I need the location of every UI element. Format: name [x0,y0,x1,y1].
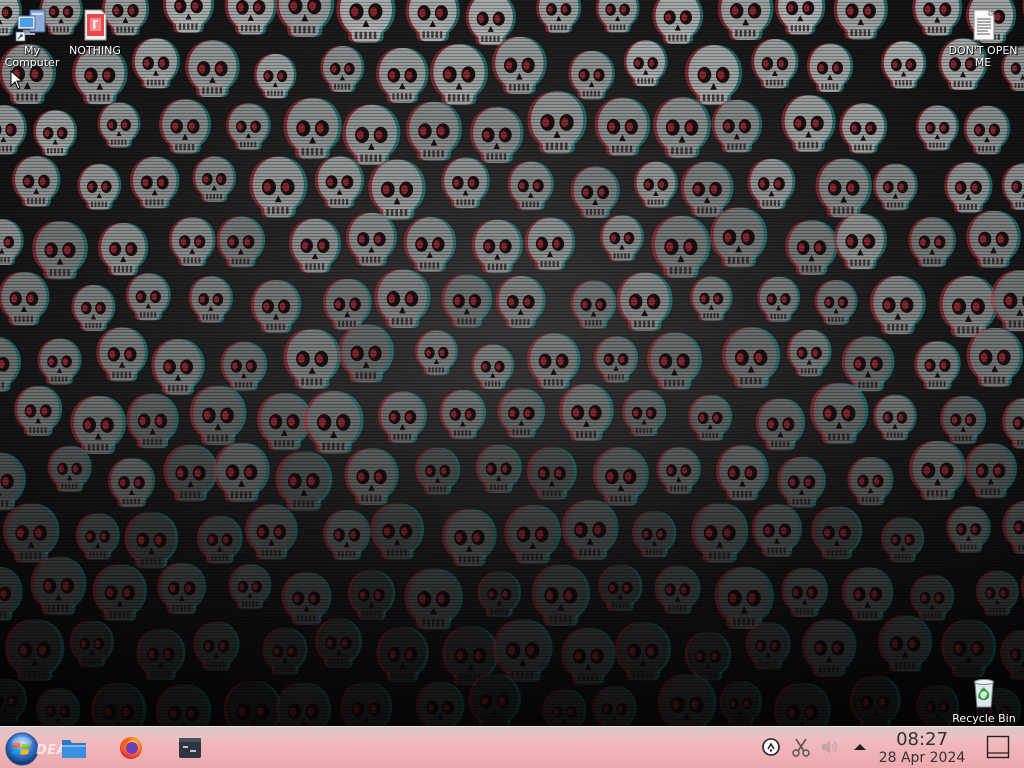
scissors-icon [792,738,810,757]
clock-date: 28 Apr 2024 [878,750,966,766]
network-icon [762,738,780,756]
desktop-wallpaper [0,0,1024,726]
desktop-icon-dont-open-me[interactable]: DON'T OPEN ME [947,8,1019,69]
wallpaper-vignette [0,0,1024,726]
taskbar-app-firefox[interactable] [117,735,145,761]
tray-expand-icon [854,744,866,750]
start-button[interactable] [4,731,40,767]
taskbar-clock[interactable]: 08:27 28 Apr 2024 [870,729,974,766]
tray-expand-button[interactable] [849,736,871,758]
firefox-icon [120,737,142,759]
show-desktop-icon [986,735,1010,759]
windows-orb-icon [5,732,39,766]
desktop-icon-label: Recycle Bin [952,712,1016,725]
tray-clipboard[interactable] [790,736,812,758]
desktop-icon-label: My Computer [4,44,60,69]
document-red-icon [78,8,112,42]
taskbar-app-terminal[interactable] [176,735,204,761]
text-file-icon [966,8,1000,42]
desktop-icon-label: DON'T OPEN ME [948,44,1018,69]
tray-network[interactable] [760,736,782,758]
recycle-bin-icon [967,676,1001,710]
mouse-cursor-icon [10,70,24,90]
tray-volume[interactable] [819,736,841,758]
clock-time: 08:27 [896,729,948,750]
desktop-icon-label: NOTHING [69,44,121,57]
desktop-icon-nothing[interactable]: NOTHING [59,8,131,57]
show-desktop-button[interactable] [986,735,1010,759]
volume-icon [822,740,837,754]
terminal-icon [179,738,201,758]
desktop-icon-my-computer[interactable]: My Computer [0,8,68,69]
taskbar: DEAD 08:27 28 Apr 2024 [0,726,1024,768]
folder-icon [62,740,86,758]
desktop-icon-recycle-bin[interactable]: Recycle Bin [948,676,1020,725]
taskbar-app-file-manager[interactable] [60,735,88,761]
computer-icon [15,8,49,42]
